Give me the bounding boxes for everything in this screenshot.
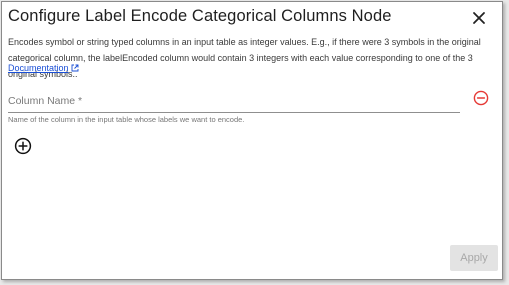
column-name-field [8, 91, 460, 113]
apply-button[interactable]: Apply [450, 245, 498, 271]
add-circle-icon [14, 137, 32, 155]
close-button[interactable] [469, 8, 489, 28]
column-name-input[interactable] [8, 91, 460, 111]
documentation-link[interactable]: Documentation [8, 63, 79, 73]
external-link-icon [71, 64, 78, 72]
close-icon [473, 12, 485, 24]
documentation-link-label: Documentation [8, 63, 69, 73]
dialog-title: Configure Label Encode Categorical Colum… [8, 7, 392, 25]
configure-node-dialog: Configure Label Encode Categorical Colum… [1, 1, 503, 280]
column-name-helper-text: Name of the column in the input table wh… [8, 115, 245, 124]
add-column-button[interactable] [14, 137, 32, 155]
node-description: Encodes symbol or string typed columns i… [8, 37, 481, 79]
remove-circle-icon [473, 90, 489, 106]
remove-column-button[interactable] [473, 90, 489, 106]
